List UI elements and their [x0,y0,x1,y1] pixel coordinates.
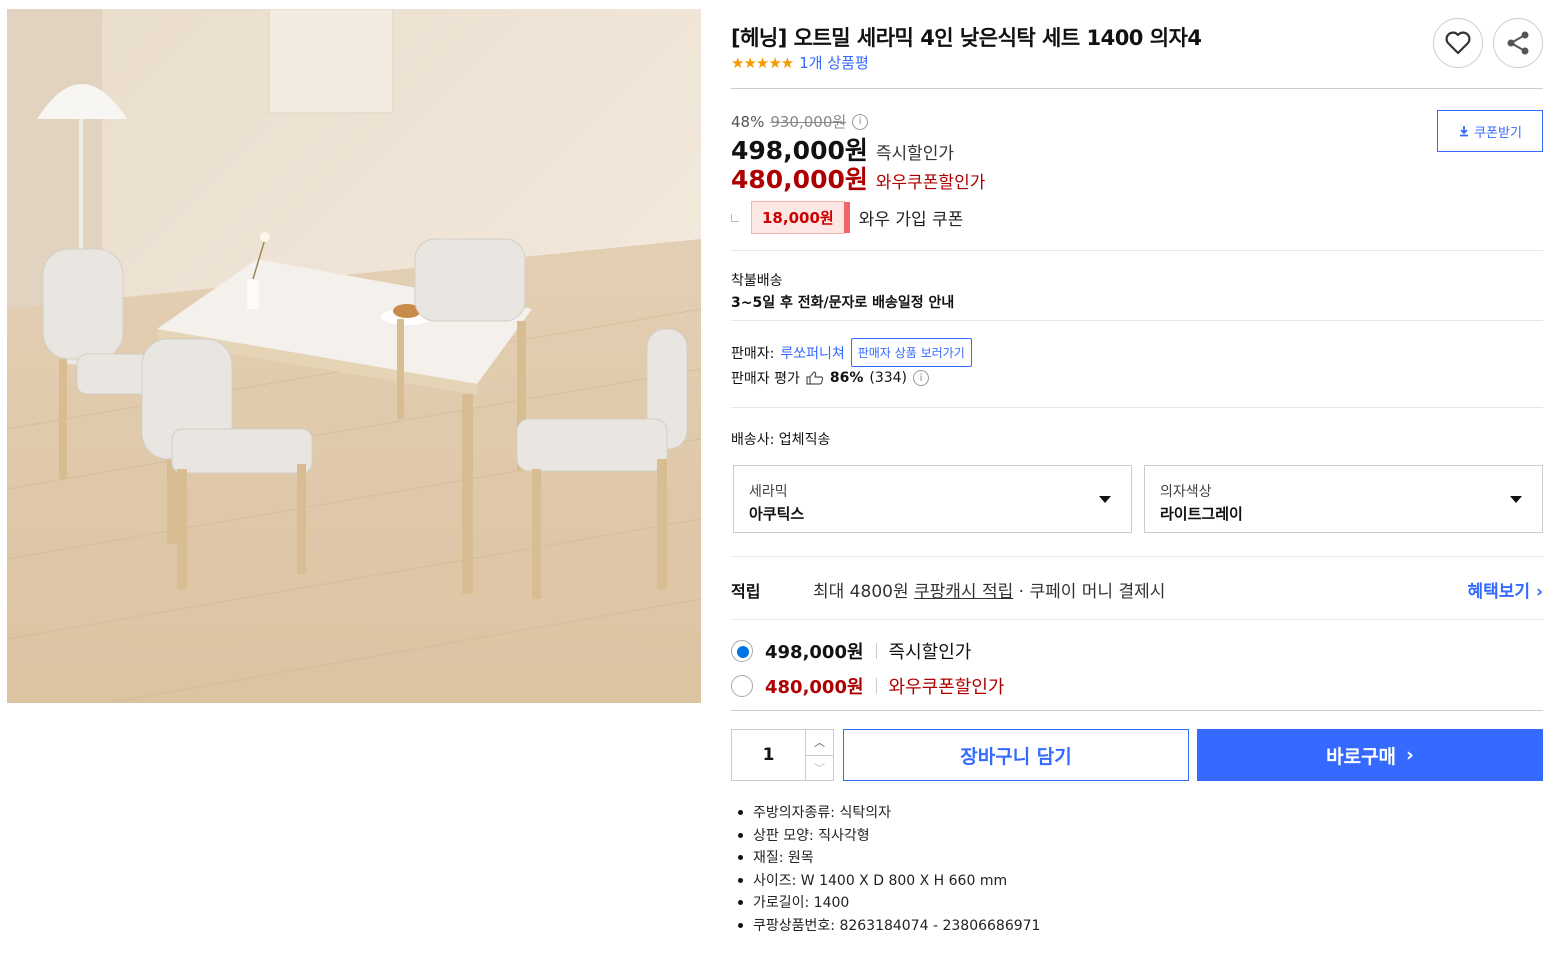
rating-row: ★★★★★ 1개 상품평 [731,52,869,73]
reward-text: 최대 4800원 쿠팡캐시 적립 · 쿠페이 머니 결제시 [813,577,1468,602]
info-icon[interactable]: i [913,370,930,386]
chevron-down-icon [1099,496,1111,503]
reward-text-pre: 최대 4800원 [813,582,914,602]
option-key: 세라믹 [749,484,788,500]
divider [731,320,1543,321]
discount-rate: 48% [731,112,765,131]
product-title: [헤닝] 오트밀 세라믹 4인 낮은식탁 세트 1400 의자4 [731,26,1202,50]
spec-item: 주방의자종류: 식탁의자 [737,802,1040,825]
price-option-amount: 498,000원 [765,642,864,663]
divider [731,619,1543,620]
price-option-instant[interactable]: 498,000원 즉시할인가 [731,638,971,664]
spec-item: 상판 모양: 직사각형 [737,825,1040,848]
share-icon [1507,31,1529,55]
divider [731,710,1543,711]
get-coupon-button[interactable]: 쿠폰받기 [1437,110,1543,152]
seller-rating-count: (334) [869,370,908,386]
shipping-type: 착불배송 [731,273,783,289]
heart-icon [1445,31,1471,55]
seller-products-button[interactable]: 판매자 상품 보러가기 [850,338,972,367]
add-to-cart-button[interactable]: 장바구니 담기 [843,729,1189,781]
buy-now-label: 바로구매 [1326,745,1397,768]
discount-row: 48% 930,000원 i [731,111,869,132]
seller-rating-row: 판매자 평가 86% (334) i [731,368,930,388]
reward-label: 적립 [731,581,761,601]
separator [875,678,877,694]
divider [731,407,1543,408]
option-key: 의자색상 [1160,484,1212,500]
price-option-amount: 480,000원 [765,677,864,698]
price-option-wow[interactable]: 480,000원 와우쿠폰할인가 [731,673,1004,699]
seller-name-link[interactable]: 루쏘퍼니쳐 [780,343,844,363]
shipping-note: 3~5일 후 전화/문자로 배송일정 안내 [731,295,955,311]
radio-unselected[interactable] [731,675,753,697]
rating-stars: ★★★★★ [731,53,794,72]
spec-item: 사이즈: W 1400 X D 800 X H 660 mm [737,870,1040,893]
divider [731,250,1543,251]
product-image[interactable] [7,9,701,703]
quantity-stepper[interactable]: 1 ︿ ﹀ [731,729,834,781]
option-select-ceramic[interactable]: 세라믹 아쿠틱스 [733,465,1132,533]
benefits-link[interactable]: 혜택보기 › [1468,577,1543,602]
review-count-link[interactable]: 1개 상품평 [799,52,869,73]
reward-text-post: · 쿠페이 머니 결제시 [1013,582,1166,602]
wow-price-row: 480,000원 와우쿠폰할인가 [731,160,985,196]
spec-item: 가로길이: 1400 [737,892,1040,915]
buy-now-button[interactable]: 바로구매 › [1197,729,1543,781]
info-icon[interactable]: i [852,113,869,130]
seller-prefix: 판매자: [731,345,775,362]
spec-list: 주방의자종류: 식탁의자 상판 모양: 직사각형 재질: 원목 사이즈: W 1… [737,802,1040,938]
increment-button[interactable]: ︿ [806,730,833,755]
quantity-arrows: ︿ ﹀ [805,730,833,780]
quantity-input[interactable]: 1 [732,730,805,780]
radio-selected[interactable] [731,640,753,662]
tree-corner-icon [731,213,739,222]
divider [731,556,1543,557]
decrement-button[interactable]: ﹀ [806,754,833,781]
original-price: 930,000원 [770,113,847,131]
wow-price: 480,000원 [731,165,868,194]
wow-coupon-row: 18,000원 와우 가입 쿠폰 [731,201,963,234]
chevron-right-icon: › [1406,744,1414,766]
coupang-cash-link[interactable]: 쿠팡캐시 적립 [914,582,1013,602]
thumbs-up-icon [806,371,824,385]
option-select-chair-color[interactable]: 의자색상 라이트그레이 [1144,465,1543,533]
price-option-label: 와우쿠폰할인가 [888,677,1005,698]
chevron-down-icon [1510,496,1522,503]
title-divider [731,88,1543,89]
get-coupon-label: 쿠폰받기 [1474,125,1522,141]
download-icon [1460,126,1469,137]
spec-item: 재질: 원목 [737,847,1040,870]
option-value: 라이트그레이 [1160,505,1243,523]
wow-coupon-amount: 18,000원 [751,201,850,234]
price-option-label: 즉시할인가 [888,642,972,663]
delivery-company: 배송사: 업체직송 [731,432,831,448]
seller-rating-percent: 86% [829,370,864,386]
wow-price-label: 와우쿠폰할인가 [875,173,986,193]
spec-item: 쿠팡상품번호: 8263184074 - 23806686971 [737,915,1040,938]
separator [875,643,877,659]
product-photo-illustration [7,9,701,703]
share-button[interactable] [1493,18,1543,68]
wow-coupon-label: 와우 가입 쿠폰 [858,210,964,230]
seller-rating-label: 판매자 평가 [731,371,800,387]
reward-row: 적립 최대 4800원 쿠팡캐시 적립 · 쿠페이 머니 결제시 혜택보기 › [731,577,1543,603]
seller-row: 판매자: 루쏘퍼니쳐 판매자 상품 보러가기 [731,338,972,367]
wishlist-button[interactable] [1433,18,1483,68]
option-value: 아쿠틱스 [749,505,805,523]
